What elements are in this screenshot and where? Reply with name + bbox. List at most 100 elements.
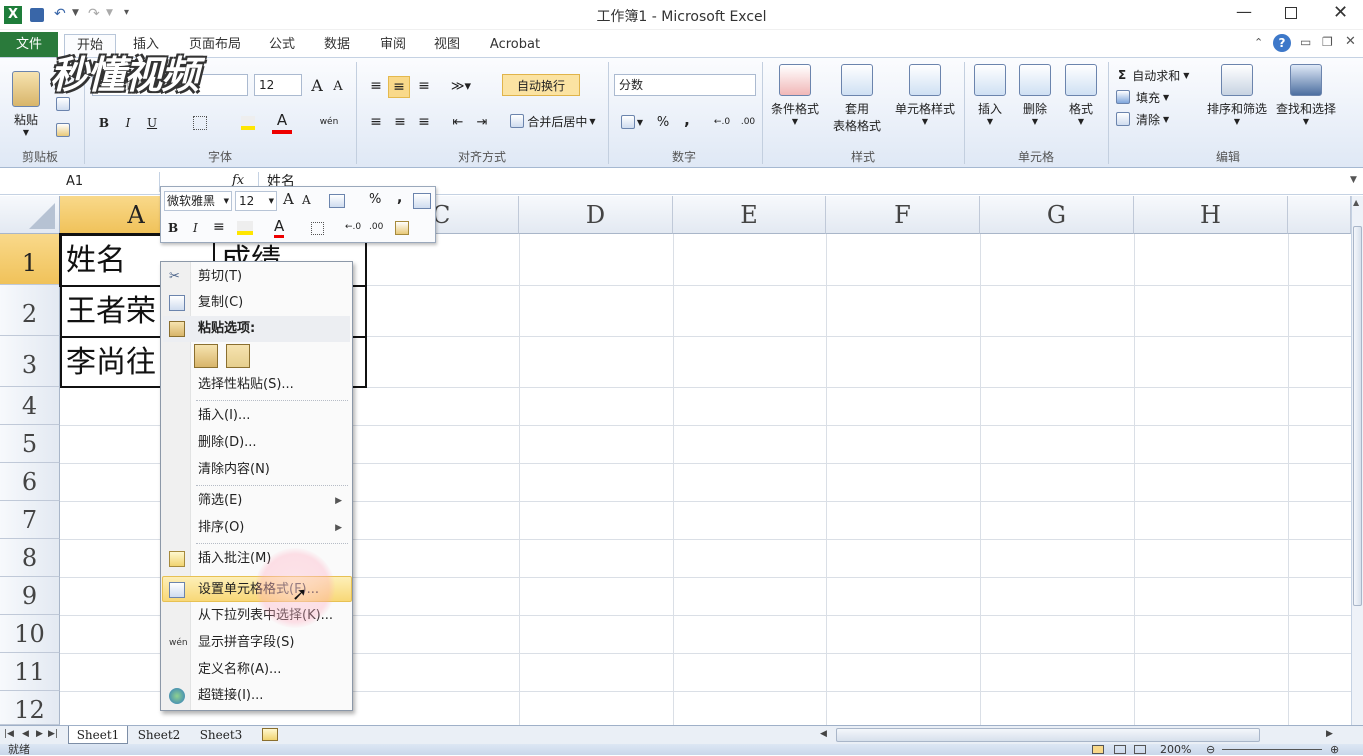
row-header-7[interactable]: 7 [0, 501, 60, 539]
expand-formula-icon[interactable]: ▼ [1350, 175, 1357, 185]
mini-fill-color-button[interactable] [237, 221, 253, 235]
prev-sheet-icon[interactable]: ◀ [22, 729, 29, 739]
delete-cells-button[interactable]: 删除 ▼ [1014, 64, 1056, 144]
menu-item-delete[interactable]: 删除(D)... [163, 430, 350, 456]
column-header-d[interactable]: D [519, 196, 673, 234]
redo-icon[interactable]: ↷ [88, 6, 100, 22]
row-header-4[interactable]: 4 [0, 387, 60, 425]
select-all-corner[interactable] [0, 196, 60, 234]
horizontal-scrollbar-thumb[interactable] [836, 728, 1260, 742]
row-header-6[interactable]: 6 [0, 463, 60, 501]
row-header-11[interactable]: 11 [0, 653, 60, 691]
paste-option-all-icon[interactable] [194, 344, 218, 368]
increase-decimal-button[interactable]: ←.0 [710, 112, 734, 132]
row-header-5[interactable]: 5 [0, 425, 60, 463]
decrease-decimal-button[interactable]: .00 [736, 112, 760, 132]
font-size-combo[interactable]: 12 [254, 74, 302, 96]
column-header-e[interactable]: E [673, 196, 826, 234]
menu-item-filter[interactable]: 筛选(E) ▶ [163, 488, 350, 514]
paste-button[interactable]: 粘贴 ▼ [6, 64, 46, 144]
help-icon[interactable]: ? [1273, 34, 1291, 52]
mini-format-icon[interactable] [413, 193, 431, 209]
next-sheet-icon[interactable]: ▶ [36, 729, 43, 739]
zoom-out-icon[interactable]: ⊖ [1206, 744, 1215, 755]
mini-increase-decimal-button[interactable]: ←.0 [345, 222, 361, 232]
close-icon[interactable]: ✕ [1333, 2, 1348, 23]
menu-item-hyperlink[interactable]: 超链接(I)... [163, 683, 350, 709]
scroll-thumb[interactable] [1353, 226, 1362, 606]
row-header-9[interactable]: 9 [0, 577, 60, 615]
menu-item-cut[interactable]: ✂ 剪切(T) [163, 264, 350, 290]
clear-button[interactable]: 清除 ▼ [1114, 110, 1184, 128]
row-header-3[interactable]: 3 [0, 336, 60, 387]
mini-decrease-decimal-button[interactable]: .00 [369, 222, 383, 232]
cell-styles-button[interactable]: 单元格样式 ▼ [890, 64, 960, 144]
menu-item-clear-contents[interactable]: 清除内容(N) [163, 457, 350, 483]
workbook-restore-icon[interactable]: ❐ [1322, 35, 1333, 49]
row-header-10[interactable]: 10 [0, 615, 60, 653]
customize-qat-icon[interactable]: ▾ [124, 7, 129, 18]
mini-currency-button[interactable] [329, 194, 345, 208]
undo-icon[interactable]: ↶ [54, 6, 66, 22]
zoom-slider[interactable] [1222, 749, 1322, 750]
conditional-format-button[interactable]: 条件格式 ▼ [766, 64, 824, 144]
normal-view-icon[interactable] [1092, 745, 1104, 754]
shrink-font-button[interactable]: A [330, 76, 346, 96]
row-header-2[interactable]: 2 [0, 285, 60, 336]
menu-item-sort[interactable]: 排序(O) ▶ [163, 515, 350, 541]
format-painter-button[interactable] [52, 120, 74, 140]
mini-percent-button[interactable]: % [369, 192, 381, 207]
mini-shrink-font-button[interactable]: A [302, 193, 311, 207]
currency-button[interactable]: ▼ [616, 112, 648, 132]
grow-font-button[interactable]: A [308, 74, 326, 96]
tab-formulas[interactable]: 公式 [260, 34, 304, 56]
tab-review[interactable]: 审阅 [370, 34, 416, 56]
last-sheet-icon[interactable]: ▶| [48, 729, 58, 739]
scroll-up-icon[interactable]: ▲ [1353, 198, 1359, 207]
italic-button[interactable]: I [118, 112, 138, 134]
align-bottom-button[interactable]: ≡ [414, 76, 434, 96]
h-scroll-right-icon[interactable]: ▶ [1326, 729, 1333, 739]
border-button[interactable] [188, 112, 212, 134]
column-header-f[interactable]: F [826, 196, 980, 234]
mini-font-combo[interactable]: 微软雅黑 ▼ [164, 191, 232, 211]
percent-button[interactable]: % [654, 112, 672, 132]
new-sheet-icon[interactable] [262, 728, 278, 741]
row-header-1[interactable]: 1 [0, 234, 60, 285]
underline-button[interactable]: U [142, 112, 162, 134]
mini-comma-button[interactable]: , [397, 190, 402, 206]
format-as-table-button[interactable]: 套用 表格格式 [826, 64, 888, 144]
insert-cells-button[interactable]: 插入 ▼ [970, 64, 1010, 144]
orientation-button[interactable]: ≫▾ [446, 76, 476, 96]
wrap-text-button[interactable]: 自动换行 [502, 74, 580, 96]
page-break-view-icon[interactable] [1134, 745, 1146, 754]
vertical-scrollbar[interactable]: ▲ [1351, 196, 1363, 725]
mini-bold-button[interactable]: B [168, 221, 178, 235]
mini-size-combo[interactable]: 12 ▼ [235, 191, 277, 211]
number-format-combo[interactable]: 分数 [614, 74, 756, 96]
align-left-button[interactable]: ≡ [366, 112, 386, 132]
align-right-button[interactable]: ≡ [414, 112, 434, 132]
fill-color-button[interactable] [236, 112, 260, 134]
comma-button[interactable]: , [678, 110, 696, 130]
mini-format-painter-icon[interactable] [395, 221, 409, 235]
row-header-12[interactable]: 12 [0, 691, 60, 725]
sheet-tab-2[interactable]: Sheet2 [130, 726, 188, 744]
bold-button[interactable]: B [94, 112, 114, 134]
tab-view[interactable]: 视图 [424, 34, 470, 56]
workbook-minimize-icon[interactable]: ▭ [1300, 35, 1311, 49]
mini-grow-font-button[interactable]: A [283, 190, 294, 208]
first-sheet-icon[interactable]: |◀ [4, 729, 14, 739]
column-header-i[interactable] [1288, 196, 1351, 234]
merge-center-button[interactable]: 合并后居中 ▼ [504, 110, 602, 132]
menu-item-paste-special[interactable]: 选择性粘贴(S)... [163, 372, 350, 398]
page-layout-view-icon[interactable] [1114, 745, 1126, 754]
tab-data[interactable]: 数据 [314, 34, 360, 56]
mini-font-color-button[interactable]: A [274, 218, 285, 238]
paste-option-values-icon[interactable] [226, 344, 250, 368]
align-middle-button[interactable]: ≡ [388, 76, 410, 98]
increase-indent-button[interactable]: ⇥ [472, 112, 492, 132]
minimize-icon[interactable]: — [1236, 2, 1252, 21]
mini-center-button[interactable]: ≡ [213, 219, 225, 235]
phonetic-button[interactable]: wén [318, 110, 340, 134]
